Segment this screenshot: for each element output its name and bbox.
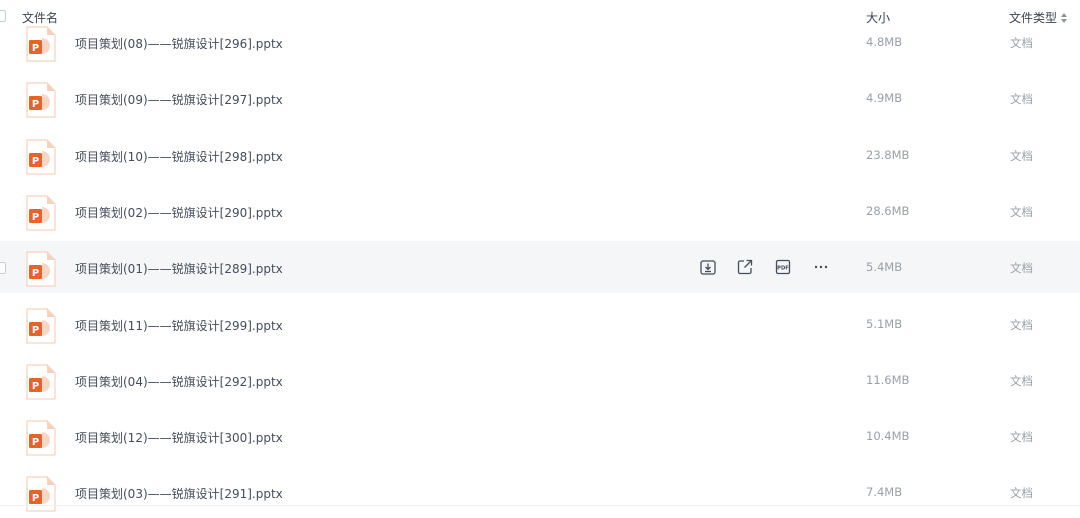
row-checkbox[interactable] bbox=[0, 262, 6, 275]
svg-text:P: P bbox=[32, 381, 39, 392]
file-size: 28.6MB bbox=[866, 203, 910, 218]
file-name[interactable]: 项目策划(02)——锐旗设计[290].pptx bbox=[75, 204, 283, 221]
file-type: 文档 bbox=[1010, 148, 1033, 163]
pptx-file-icon: P bbox=[26, 82, 56, 118]
file-size: 5.4MB bbox=[866, 260, 903, 275]
pptx-file-icon: P bbox=[26, 476, 56, 512]
file-name[interactable]: 项目策划(04)——锐旗设计[292].pptx bbox=[75, 373, 283, 390]
file-name[interactable]: 项目策划(11)——锐旗设计[299].pptx bbox=[75, 317, 283, 334]
share-icon[interactable] bbox=[735, 257, 755, 277]
pdf-icon[interactable]: PDF bbox=[773, 257, 793, 277]
more-icon[interactable] bbox=[811, 257, 831, 277]
pptx-file-icon: P bbox=[26, 420, 56, 456]
file-name[interactable]: 项目策划(09)——锐旗设计[297].pptx bbox=[75, 91, 283, 108]
file-row[interactable]: P 项目策划(03)——锐旗设计[291].pptx 7.4MB 文档 bbox=[0, 466, 1080, 518]
svg-text:P: P bbox=[32, 99, 39, 110]
svg-text:P: P bbox=[32, 325, 39, 336]
divider bbox=[0, 505, 1080, 506]
file-row[interactable]: P 项目策划(09)——锐旗设计[297].pptx 4.9MB 文档 bbox=[0, 72, 1080, 124]
file-name[interactable]: 项目策划(08)——锐旗设计[296].pptx bbox=[75, 35, 283, 52]
file-size: 23.8MB bbox=[866, 147, 910, 162]
file-type: 文档 bbox=[1010, 373, 1033, 388]
file-name[interactable]: 项目策划(01)——锐旗设计[289].pptx bbox=[75, 260, 283, 277]
file-type: 文档 bbox=[1010, 486, 1033, 501]
file-size: 4.9MB bbox=[866, 91, 903, 106]
pptx-file-icon: P bbox=[26, 138, 56, 175]
file-type: 文档 bbox=[1010, 430, 1033, 445]
file-size: 4.8MB bbox=[866, 35, 903, 49]
svg-text:P: P bbox=[32, 156, 39, 167]
svg-text:P: P bbox=[32, 437, 39, 448]
svg-text:P: P bbox=[32, 43, 39, 54]
file-row[interactable]: P 项目策划(01)——锐旗设计[289].pptx PDF 5.4MB 文档 bbox=[0, 241, 1080, 294]
pptx-file-icon: P bbox=[26, 195, 56, 231]
file-row[interactable]: P 项目策划(11)——锐旗设计[299].pptx 5.1MB 文档 bbox=[0, 298, 1080, 350]
file-row[interactable]: P 项目策划(08)——锐旗设计[296].pptx 4.8MB 文档 bbox=[0, 16, 1080, 68]
pptx-file-icon: P bbox=[26, 364, 56, 400]
pptx-file-icon: P bbox=[26, 26, 56, 62]
file-size: 7.4MB bbox=[866, 485, 903, 500]
file-row[interactable]: P 项目策划(02)——锐旗设计[290].pptx 28.6MB 文档 bbox=[0, 185, 1080, 237]
svg-text:P: P bbox=[32, 493, 39, 504]
file-type: 文档 bbox=[1010, 36, 1033, 50]
file-type: 文档 bbox=[1010, 317, 1033, 332]
file-row[interactable]: P 项目策划(12)——锐旗设计[300].pptx 10.4MB 文档 bbox=[0, 410, 1080, 462]
file-type: 文档 bbox=[1010, 204, 1033, 219]
file-row[interactable]: P 项目策划(04)——锐旗设计[292].pptx 11.6MB 文档 bbox=[0, 354, 1080, 406]
file-type: 文档 bbox=[1010, 92, 1033, 107]
file-size: 11.6MB bbox=[866, 372, 910, 387]
svg-text:PDF: PDF bbox=[777, 266, 789, 272]
pptx-file-icon: P bbox=[26, 307, 56, 344]
pptx-file-icon: P bbox=[26, 251, 56, 287]
file-size: 10.4MB bbox=[866, 429, 910, 444]
file-name[interactable]: 项目策划(12)——锐旗设计[300].pptx bbox=[75, 429, 283, 446]
svg-text:P: P bbox=[32, 268, 39, 279]
svg-text:P: P bbox=[32, 212, 39, 223]
file-size: 5.1MB bbox=[866, 316, 903, 331]
file-row[interactable]: P 项目策划(10)——锐旗设计[298].pptx 23.8MB 文档 bbox=[0, 129, 1080, 181]
file-name[interactable]: 项目策划(03)——锐旗设计[291].pptx bbox=[75, 485, 283, 502]
file-name[interactable]: 项目策划(10)——锐旗设计[298].pptx bbox=[75, 148, 283, 165]
file-type: 文档 bbox=[1010, 261, 1033, 276]
download-icon[interactable] bbox=[698, 257, 718, 277]
